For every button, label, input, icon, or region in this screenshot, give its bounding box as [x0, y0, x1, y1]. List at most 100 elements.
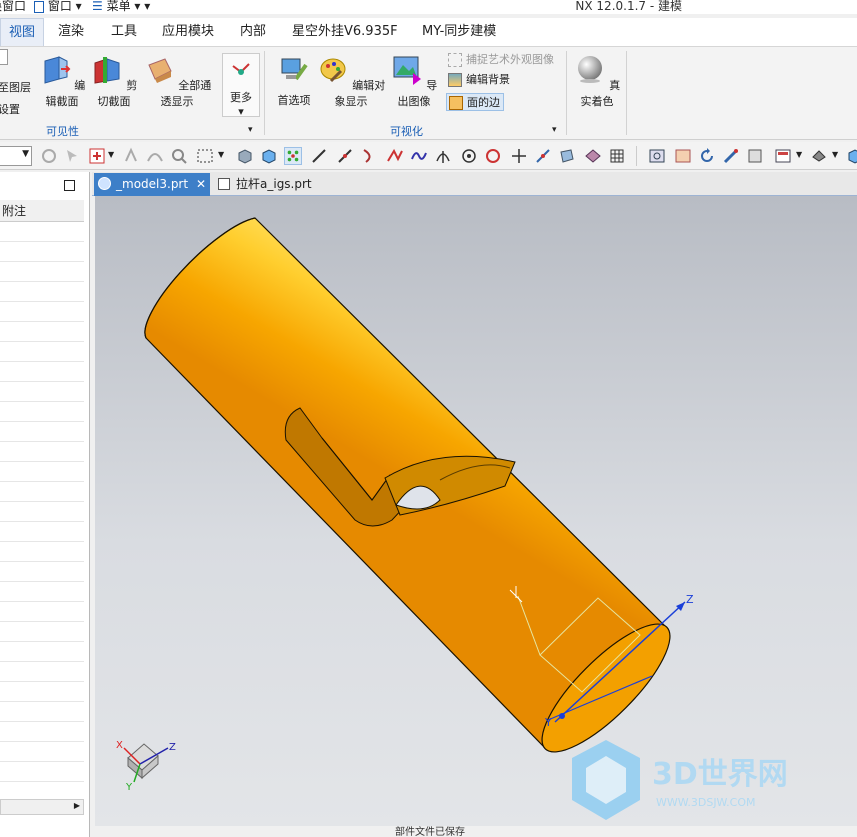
list-item[interactable]: [0, 702, 84, 722]
edit-background-button[interactable]: 编辑背景: [446, 71, 510, 89]
feature-icon[interactable]: [122, 147, 140, 165]
export-image-button[interactable]: 导出图像: [390, 53, 438, 109]
list-item[interactable]: [0, 482, 84, 502]
existing-point-icon[interactable]: [510, 147, 528, 165]
list-item[interactable]: [0, 522, 84, 542]
list-item[interactable]: [0, 242, 84, 262]
horizontal-scrollbar[interactable]: ▶: [0, 799, 84, 815]
list-item[interactable]: [0, 322, 84, 342]
list-item[interactable]: [0, 542, 84, 562]
orient-view-icon[interactable]: [746, 147, 764, 165]
tab-tools[interactable]: 工具: [103, 18, 145, 46]
capture-studio-image-button[interactable]: 捕捉艺术外观图像: [446, 51, 554, 69]
list-item[interactable]: [0, 502, 84, 522]
true-shading-button[interactable]: 真实着色: [572, 53, 622, 109]
model-canvas[interactable]: Z Y X Z Y 3D世界网 WWW.3DSJW.COM: [95, 196, 857, 826]
list-item[interactable]: [0, 222, 84, 242]
tab-view[interactable]: 视图: [0, 18, 45, 46]
show-all-transparent-button[interactable]: 全部通透显示: [142, 53, 212, 109]
mid-point-icon[interactable]: [336, 147, 354, 165]
list-item[interactable]: [0, 562, 84, 582]
rotate-icon[interactable]: [698, 147, 716, 165]
clip-section-button[interactable]: 剪切截面: [90, 53, 138, 109]
surface-icon[interactable]: [584, 147, 602, 165]
switch-window-button[interactable]: 换窗口: [0, 0, 26, 14]
point-on-face-icon[interactable]: [558, 147, 576, 165]
window-menu-button[interactable]: 窗口 ▾: [34, 0, 82, 14]
layer-settings-button[interactable]: 设置: [0, 101, 20, 117]
list-item[interactable]: [0, 742, 84, 762]
list-item[interactable]: [0, 302, 84, 322]
view-triad[interactable]: X Z Y: [116, 740, 176, 793]
more-button[interactable]: 更多 ▾: [222, 53, 260, 118]
list-item[interactable]: [0, 362, 84, 382]
list-item[interactable]: [0, 262, 84, 282]
tab-xingkong-plugin[interactable]: 星空外挂V6.935F: [284, 18, 406, 46]
menu-button[interactable]: ☰ 菜单 ▾ ▾: [92, 0, 150, 14]
visualization-group-expand[interactable]: ▾: [552, 125, 557, 135]
tab-sync-modeling[interactable]: MY-同步建模: [414, 18, 504, 46]
edit-object-display-button[interactable]: 编辑对象显示: [316, 53, 386, 109]
curve-point-icon[interactable]: [410, 147, 428, 165]
list-item[interactable]: [0, 762, 84, 782]
tab-render[interactable]: 渲染: [50, 18, 92, 46]
maximize-icon[interactable]: [64, 180, 75, 191]
face-edges-button[interactable]: 面的边: [446, 93, 504, 111]
tab-applications[interactable]: 应用模块: [154, 18, 222, 46]
arc-center-icon[interactable]: [460, 147, 478, 165]
select-icon[interactable]: [64, 147, 82, 165]
tab-model3-prt[interactable]: _model3.prt ✕: [94, 173, 210, 196]
list-item[interactable]: [0, 442, 84, 462]
chevron-down-icon[interactable]: ▼: [218, 150, 224, 159]
chevron-down-icon[interactable]: ▼: [832, 150, 838, 159]
point-snap-icon[interactable]: [284, 147, 302, 165]
tab-lagan-igs-prt[interactable]: 拉杆a_igs.prt: [214, 173, 324, 196]
quadrant-point-icon[interactable]: [484, 147, 502, 165]
tab-internal[interactable]: 内部: [232, 18, 274, 46]
visibility-group-label: 可见性: [46, 125, 79, 138]
preferences-button[interactable]: 首选项: [274, 53, 314, 108]
scroll-right-icon[interactable]: ▶: [74, 801, 80, 810]
render-style-icon[interactable]: [774, 147, 792, 165]
point-on-curve-icon[interactable]: [534, 147, 552, 165]
list-item[interactable]: [0, 602, 84, 622]
view-cube-icon[interactable]: [846, 147, 857, 165]
list-item[interactable]: [0, 582, 84, 602]
chevron-down-icon[interactable]: ▼: [108, 150, 114, 159]
chevron-down-icon[interactable]: ▼: [796, 150, 802, 159]
solid-body-icon[interactable]: [236, 147, 254, 165]
curve-select-icon[interactable]: [146, 147, 164, 165]
end-point-icon[interactable]: [310, 147, 328, 165]
list-item[interactable]: [0, 682, 84, 702]
fit-view-icon[interactable]: [648, 147, 666, 165]
shading-mode-icon[interactable]: [810, 147, 828, 165]
intersection-icon[interactable]: [386, 147, 404, 165]
grid-icon[interactable]: [608, 147, 626, 165]
lasso-icon[interactable]: [170, 147, 188, 165]
list-item[interactable]: [0, 642, 84, 662]
zoom-icon[interactable]: [674, 147, 692, 165]
list-item[interactable]: [0, 382, 84, 402]
perpendicular-icon[interactable]: [434, 147, 452, 165]
close-icon[interactable]: ✕: [196, 173, 206, 195]
rectangle-select-icon[interactable]: [196, 147, 214, 165]
move-to-layer-button[interactable]: 至图层: [0, 79, 31, 95]
snap-icon[interactable]: [40, 147, 58, 165]
pan-icon[interactable]: [722, 147, 740, 165]
cube-icon[interactable]: [260, 147, 278, 165]
graphics-window[interactable]: Z Y X Z Y 3D世界网 WWW.3DSJW.COM: [95, 196, 857, 826]
list-item[interactable]: [0, 462, 84, 482]
edit-section-button[interactable]: 编辑截面: [38, 53, 86, 109]
selection-scope-icon[interactable]: [88, 147, 106, 165]
list-item[interactable]: [0, 662, 84, 682]
column-header-notes[interactable]: 附注: [0, 200, 84, 222]
list-item[interactable]: [0, 622, 84, 642]
visibility-group-expand[interactable]: ▾: [248, 125, 253, 135]
list-item[interactable]: [0, 422, 84, 442]
list-item[interactable]: [0, 722, 84, 742]
list-item[interactable]: [0, 402, 84, 422]
list-item[interactable]: [0, 342, 84, 362]
list-item[interactable]: [0, 282, 84, 302]
control-point-icon[interactable]: [360, 147, 378, 165]
filter-dropdown[interactable]: ▼: [0, 146, 32, 166]
